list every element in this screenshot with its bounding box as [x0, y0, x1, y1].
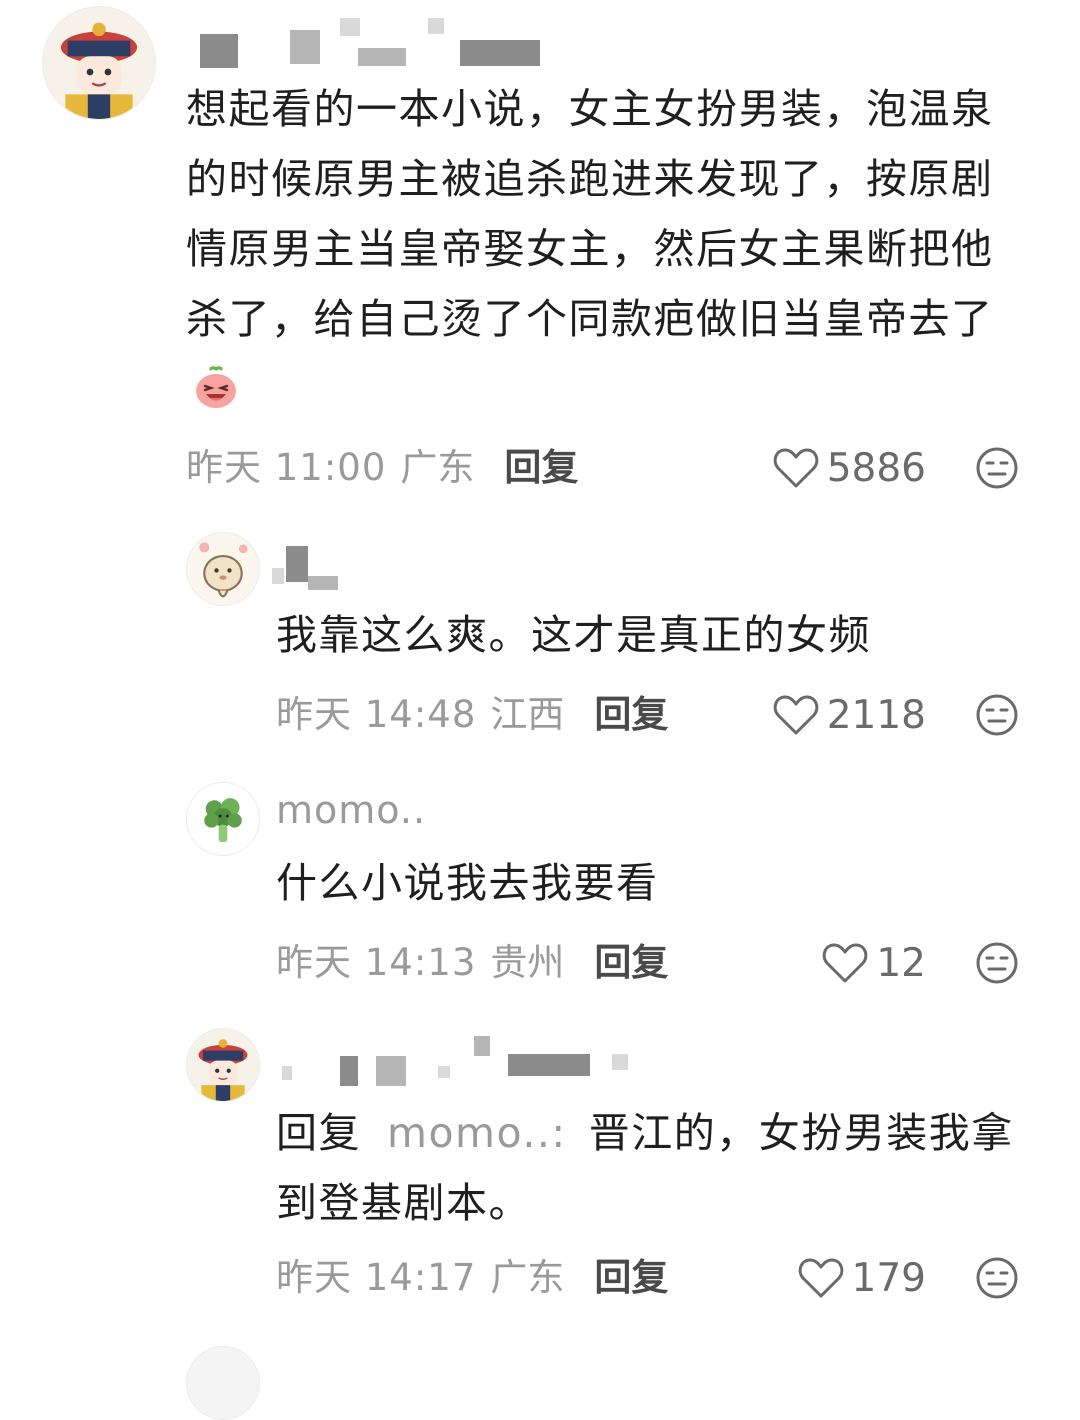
- comment-text-content: 什么小说我去我要看: [276, 859, 659, 907]
- meh-face-icon: [976, 694, 1018, 736]
- user-avatar[interactable]: [186, 782, 260, 856]
- laughing-peach-emoji-icon: [192, 362, 240, 410]
- comment-meta: 昨天 14:17 广东 回复: [276, 1253, 668, 1303]
- username[interactable]: momo..: [276, 788, 426, 832]
- comment-location: 广东: [490, 1256, 565, 1299]
- comment-meta: 昨天 14:13 贵州 回复: [276, 938, 668, 988]
- username-redacted: [272, 542, 352, 594]
- comment-text: 什么小说我去我要看: [276, 848, 1016, 918]
- like-button[interactable]: 12: [760, 938, 926, 988]
- qing-official-avatar-icon: [43, 7, 155, 119]
- heart-outline-icon: [798, 1258, 843, 1298]
- comment-meta: 昨天 14:48 江西 回复: [276, 690, 668, 740]
- comment-item: momo.. 什么小说我去我要看 昨天 14:13 贵州 回复 12: [0, 770, 1080, 1020]
- comment-time: 昨天 11:00: [186, 446, 387, 489]
- comment-text-content: 我靠这么爽。这才是真正的女频: [276, 611, 871, 659]
- like-button[interactable]: 2118: [760, 690, 926, 740]
- dislike-button[interactable]: [975, 693, 1019, 737]
- reply-button[interactable]: 回复: [594, 1256, 668, 1299]
- comment-location: 贵州: [490, 941, 565, 984]
- comment-text: 我靠这么爽。这才是真正的女频: [276, 600, 1016, 670]
- comment-meta: 昨天 11:00 广东 回复: [186, 443, 578, 493]
- comment-text: 回复 momo..: 晋江的，女扮男装我拿到登基剧本。: [276, 1098, 1036, 1238]
- dislike-button[interactable]: [975, 1256, 1019, 1300]
- comment-location: 江西: [490, 693, 565, 736]
- qing-official-avatar-icon: [187, 1029, 259, 1101]
- dislike-button[interactable]: [975, 446, 1019, 490]
- like-count: 12: [876, 940, 926, 986]
- heart-outline-icon: [773, 448, 819, 488]
- comment-location: 广东: [400, 446, 475, 489]
- username-redacted: [278, 1036, 638, 1088]
- comment-item: 回复 momo..: 晋江的，女扮男装我拿到登基剧本。 昨天 14:17 广东 回复 1…: [0, 1020, 1080, 1320]
- comment-time: 昨天 14:17: [276, 1256, 477, 1299]
- like-count: 2118: [826, 692, 926, 738]
- comment-time: 昨天 14:13: [276, 941, 477, 984]
- comment-item: 我靠这么爽。这才是真正的女频 昨天 14:48 江西 回复 2118: [0, 520, 1080, 770]
- comment-text: 想起看的一本小说，女主女扮男装，泡温泉的时候原男主被追杀跑进来发现了，按原剧情原…: [186, 74, 1011, 424]
- reply-colon: :: [551, 1109, 567, 1157]
- broccoli-avatar-icon: [187, 783, 259, 855]
- comment-text-content: 想起看的一本小说，女主女扮男装，泡温泉的时候原男主被追杀跑进来发现了，按原剧情原…: [186, 85, 994, 343]
- heart-outline-icon: [773, 695, 819, 735]
- reply-button[interactable]: 回复: [504, 446, 578, 489]
- meh-face-icon: [976, 942, 1018, 984]
- user-avatar[interactable]: [186, 1028, 260, 1102]
- username-redacted: [190, 18, 550, 70]
- comment-item: 想起看的一本小说，女主女扮男装，泡温泉的时候原男主被追杀跑进来发现了，按原剧情原…: [0, 0, 1080, 520]
- meh-face-icon: [976, 447, 1018, 489]
- like-count: 179: [851, 1255, 926, 1301]
- reply-button[interactable]: 回复: [594, 941, 668, 984]
- like-count: 5886: [826, 445, 926, 491]
- comment-time: 昨天 14:48: [276, 693, 477, 736]
- meh-face-icon: [976, 1257, 1018, 1299]
- heart-outline-icon: [823, 943, 868, 983]
- dislike-button[interactable]: [975, 941, 1019, 985]
- hamster-avatar-icon: [187, 533, 259, 605]
- reply-target-username[interactable]: momo..: [387, 1109, 551, 1157]
- reply-button[interactable]: 回复: [594, 693, 668, 736]
- like-button[interactable]: 179: [760, 1253, 926, 1303]
- user-avatar[interactable]: [186, 532, 260, 606]
- next-comment-avatar[interactable]: [186, 1346, 260, 1420]
- user-avatar[interactable]: [42, 6, 156, 120]
- like-button[interactable]: 5886: [760, 443, 926, 493]
- reply-prefix: 回复: [276, 1109, 361, 1157]
